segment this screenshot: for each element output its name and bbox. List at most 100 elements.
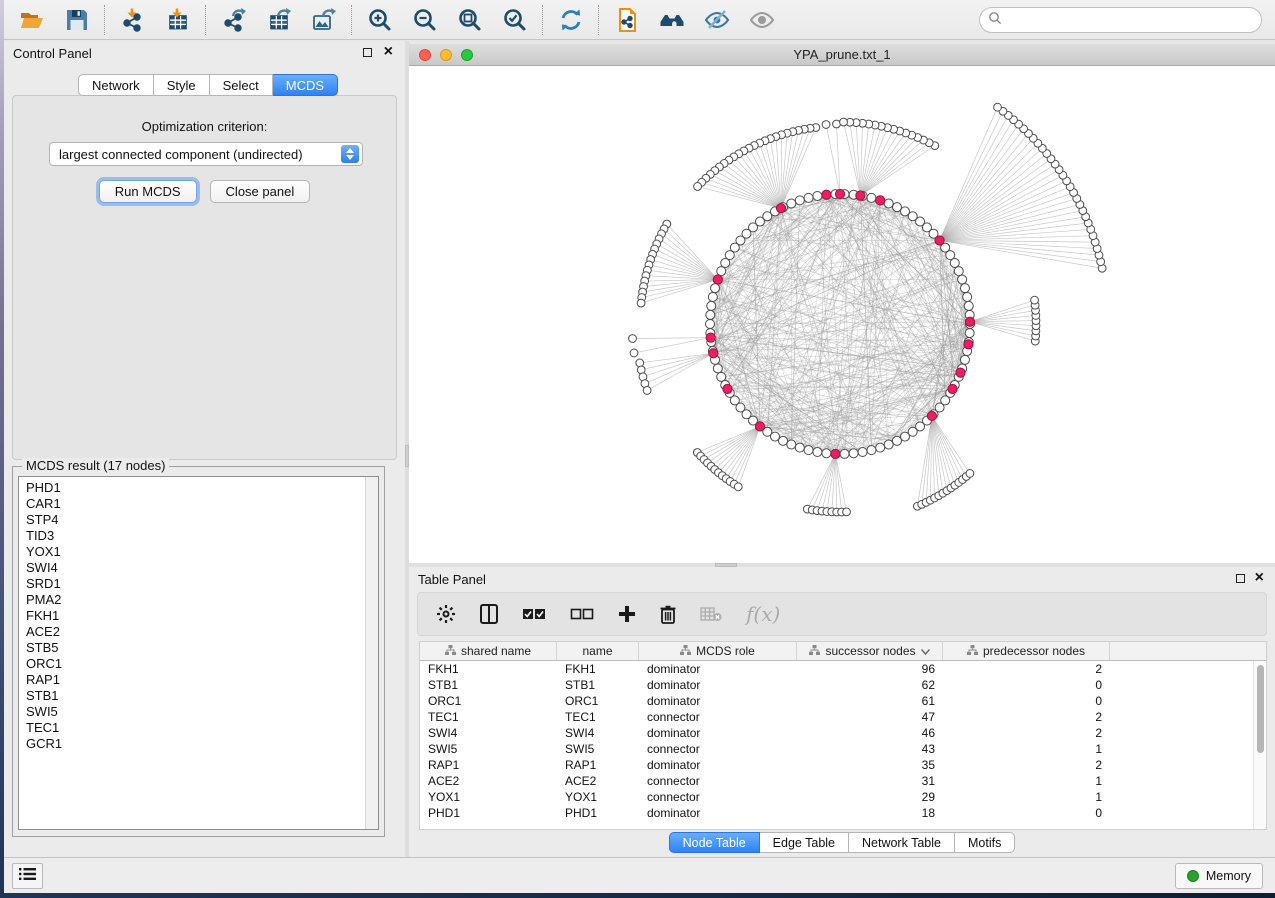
main-toolbar bbox=[4, 0, 1275, 40]
table-cell: 35 bbox=[797, 757, 943, 773]
save-icon[interactable] bbox=[63, 6, 90, 33]
mcds-result-item[interactable]: SWI4 bbox=[26, 560, 378, 576]
criterion-dropdown[interactable]: largest connected component (undirected) bbox=[49, 142, 363, 166]
show-columns-icon[interactable] bbox=[480, 601, 498, 627]
tab-edge-table[interactable]: Edge Table bbox=[760, 832, 849, 853]
tab-network-table[interactable]: Network Table bbox=[849, 832, 955, 853]
mcds-result-item[interactable]: GCR1 bbox=[26, 736, 378, 752]
export-image-icon[interactable] bbox=[310, 6, 337, 33]
mcds-result-item[interactable]: YOX1 bbox=[26, 544, 378, 560]
table-row[interactable]: ACE2ACE2connector311 bbox=[420, 773, 1266, 789]
mcds-result-item[interactable]: RAP1 bbox=[26, 672, 378, 688]
mcds-result-item[interactable]: ACE2 bbox=[26, 624, 378, 640]
mcds-result-list[interactable]: PHD1CAR1STP4TID3YOX1SWI4SRD1PMA2FKH1ACE2… bbox=[18, 476, 379, 830]
table-cell: YOX1 bbox=[557, 789, 639, 805]
deselect-all-icon[interactable] bbox=[570, 601, 594, 627]
close-panel-button[interactable]: Close panel bbox=[210, 180, 311, 203]
table-cell: RAP1 bbox=[557, 757, 639, 773]
zoom-selected-icon[interactable] bbox=[501, 6, 528, 33]
table-scrollbar-thumb[interactable] bbox=[1257, 665, 1264, 753]
criterion-label: Optimization criterion: bbox=[13, 119, 396, 134]
delete-icon[interactable] bbox=[660, 601, 676, 627]
mcds-result-item[interactable]: SWI5 bbox=[26, 704, 378, 720]
table-row[interactable]: FKH1FKH1dominator962 bbox=[420, 661, 1266, 677]
table-cell: connector bbox=[639, 773, 797, 789]
table-cell: TEC1 bbox=[420, 709, 557, 725]
table-row[interactable]: SWI5SWI5connector431 bbox=[420, 741, 1266, 757]
table-settings-icon[interactable] bbox=[436, 601, 456, 627]
close-table-panel-icon[interactable]: × bbox=[1255, 569, 1264, 587]
table-scrollbar[interactable] bbox=[1253, 661, 1266, 829]
table-cell: FKH1 bbox=[420, 661, 557, 677]
first-neighbors-icon[interactable] bbox=[658, 6, 685, 33]
table-cell: 2 bbox=[943, 757, 1110, 773]
table-cell: 0 bbox=[943, 805, 1110, 821]
tab-network[interactable]: Network bbox=[78, 74, 154, 96]
mcds-result-item[interactable]: ORC1 bbox=[26, 656, 378, 672]
mcds-result-group: MCDS result (17 nodes) PHD1CAR1STP4TID3Y… bbox=[12, 466, 385, 837]
mcds-result-item[interactable]: SRD1 bbox=[26, 576, 378, 592]
network-document-icon[interactable] bbox=[613, 6, 640, 33]
refresh-icon[interactable] bbox=[557, 6, 584, 33]
tab-node-table[interactable]: Node Table bbox=[669, 832, 760, 853]
toolbar-group bbox=[351, 5, 542, 35]
close-panel-icon[interactable]: × bbox=[384, 43, 393, 61]
mcds-result-item[interactable]: STB1 bbox=[26, 688, 378, 704]
table-row[interactable]: PHD1PHD1dominator180 bbox=[420, 805, 1266, 821]
table-cell: YOX1 bbox=[420, 789, 557, 805]
tab-select[interactable]: Select bbox=[210, 74, 273, 96]
criterion-value: largest connected component (undirected) bbox=[59, 147, 303, 162]
search-icon bbox=[988, 11, 1002, 30]
table-row[interactable]: ORC1ORC1dominator610 bbox=[420, 693, 1266, 709]
table-row[interactable]: RAP1RAP1dominator352 bbox=[420, 757, 1266, 773]
table-cell: 2 bbox=[943, 709, 1110, 725]
mcds-result-item[interactable]: TID3 bbox=[26, 528, 378, 544]
mcds-result-item[interactable]: CAR1 bbox=[26, 496, 378, 512]
column-header-name[interactable]: name bbox=[557, 642, 639, 660]
mcds-result-item[interactable]: PHD1 bbox=[26, 480, 378, 496]
table-row[interactable]: SWI4SWI4dominator462 bbox=[420, 725, 1266, 741]
mcds-result-item[interactable]: STP4 bbox=[26, 512, 378, 528]
mcds-result-item[interactable]: FKH1 bbox=[26, 608, 378, 624]
search-box[interactable] bbox=[979, 7, 1262, 33]
table-row[interactable]: YOX1YOX1connector291 bbox=[420, 789, 1266, 805]
tab-mcds[interactable]: MCDS bbox=[273, 74, 338, 96]
zoom-in-icon[interactable] bbox=[366, 6, 393, 33]
add-icon[interactable] bbox=[618, 601, 636, 627]
open-folder-icon[interactable] bbox=[18, 6, 45, 33]
float-table-panel-icon[interactable] bbox=[1236, 574, 1245, 583]
tab-motifs[interactable]: Motifs bbox=[955, 832, 1015, 853]
mcds-result-item[interactable]: PMA2 bbox=[26, 592, 378, 608]
node-table-body: FKH1FKH1dominator962STB1STB1dominator620… bbox=[420, 661, 1266, 821]
column-header-successor-nodes[interactable]: successor nodes bbox=[797, 642, 943, 660]
result-scrollbar[interactable] bbox=[365, 477, 378, 829]
table-row[interactable]: STB1STB1dominator620 bbox=[420, 677, 1266, 693]
hide-selected-icon[interactable] bbox=[703, 6, 730, 33]
column-header-MCDS-role[interactable]: MCDS role bbox=[639, 642, 797, 660]
network-canvas[interactable] bbox=[409, 66, 1275, 563]
table-row[interactable]: TEC1TEC1connector472 bbox=[420, 709, 1266, 725]
import-network-icon[interactable] bbox=[119, 6, 146, 33]
table-cell: ACE2 bbox=[557, 773, 639, 789]
mcds-result-item[interactable]: STB5 bbox=[26, 640, 378, 656]
column-header-filler bbox=[1110, 642, 1266, 660]
tab-style[interactable]: Style bbox=[154, 74, 210, 96]
task-history-button[interactable] bbox=[12, 863, 43, 889]
toolbar-group bbox=[542, 5, 598, 35]
search-input[interactable] bbox=[1007, 10, 1261, 30]
network-graph[interactable] bbox=[409, 66, 1275, 563]
mcds-result-item[interactable]: TEC1 bbox=[26, 720, 378, 736]
select-all-icon[interactable] bbox=[522, 601, 546, 627]
export-network-icon[interactable] bbox=[220, 6, 247, 33]
zoom-out-icon[interactable] bbox=[411, 6, 438, 33]
table-cell: 46 bbox=[797, 725, 943, 741]
memory-button[interactable]: Memory bbox=[1175, 863, 1263, 889]
mcds-result-title: MCDS result (17 nodes) bbox=[22, 458, 169, 473]
zoom-fit-icon[interactable] bbox=[456, 6, 483, 33]
float-panel-icon[interactable] bbox=[363, 48, 372, 57]
run-mcds-button[interactable]: Run MCDS bbox=[99, 180, 197, 203]
export-table-icon[interactable] bbox=[265, 6, 292, 33]
column-header-predecessor-nodes[interactable]: predecessor nodes bbox=[943, 642, 1110, 660]
import-table-icon[interactable] bbox=[164, 6, 191, 33]
column-header-shared-name[interactable]: shared name bbox=[420, 642, 557, 660]
